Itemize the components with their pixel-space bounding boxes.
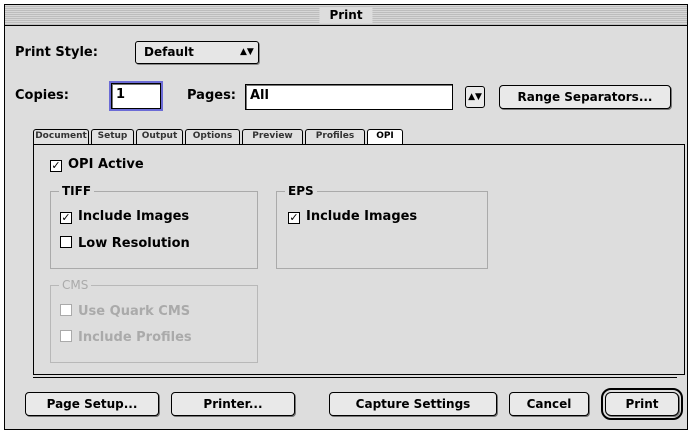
tab-output[interactable]: Output — [136, 129, 183, 144]
tiff-include-images-label: Include Images — [78, 209, 190, 224]
use-quark-cms-label: Use Quark CMS — [78, 304, 191, 319]
opi-active-checkbox[interactable]: ✓ OPI Active — [50, 157, 144, 173]
tab-profiles[interactable]: Profiles — [305, 129, 365, 144]
eps-group-title: EPS — [285, 183, 317, 199]
checkmark-icon: ✓ — [288, 211, 300, 224]
include-profiles-checkbox: Include Profiles — [60, 330, 192, 346]
eps-group: EPS ✓ Include Images — [276, 183, 488, 269]
include-profiles-label: Include Profiles — [78, 330, 192, 345]
tiff-low-resolution-label: Low Resolution — [78, 236, 190, 251]
checkbox-empty-icon — [60, 236, 72, 248]
eps-include-images-checkbox[interactable]: ✓ Include Images — [288, 209, 417, 225]
divider — [33, 377, 677, 378]
tab-document[interactable]: Document — [33, 129, 89, 144]
tiff-group-title: TIFF — [59, 183, 95, 199]
popup-arrows-icon: ▲▼ — [468, 92, 482, 102]
copies-field[interactable]: 1 — [109, 81, 163, 111]
pages-menu-button[interactable]: ▲▼ — [465, 86, 485, 108]
print-dialog: Print Print Style: Default ▲▼ Copies: 1 … — [4, 4, 688, 430]
tab-opi[interactable]: OPI — [367, 129, 403, 145]
checkmark-icon: ✓ — [50, 159, 62, 172]
window-title: Print — [319, 7, 373, 23]
print-style-value: Default — [144, 45, 194, 59]
pages-label: Pages: — [187, 88, 237, 103]
popup-arrows-icon: ▲▼ — [240, 47, 254, 57]
use-quark-cms-checkbox: Use Quark CMS — [60, 304, 190, 320]
capture-settings-button[interactable]: Capture Settings — [329, 392, 497, 416]
print-style-label: Print Style: — [15, 45, 98, 60]
print-style-popup[interactable]: Default ▲▼ — [135, 41, 259, 64]
opi-panel: ✓ OPI Active TIFF ✓ Include Images Low Res… — [33, 144, 685, 375]
checkbox-empty-icon — [60, 330, 72, 342]
eps-include-images-label: Include Images — [306, 209, 418, 224]
cms-group-title: CMS — [59, 277, 92, 293]
tab-setup[interactable]: Setup — [91, 129, 134, 144]
tab-options[interactable]: Options — [185, 129, 240, 144]
range-separators-button[interactable]: Range Separators... — [499, 85, 671, 109]
checkbox-empty-icon — [60, 304, 72, 316]
cancel-button[interactable]: Cancel — [509, 392, 589, 416]
print-button[interactable]: Print — [601, 388, 683, 420]
title-bar[interactable]: Print — [5, 5, 687, 26]
tiff-low-resolution-checkbox[interactable]: Low Resolution — [60, 236, 190, 252]
tiff-group: TIFF ✓ Include Images Low Resolution — [50, 183, 258, 269]
tab-preview[interactable]: Preview — [242, 129, 303, 144]
tiff-include-images-checkbox[interactable]: ✓ Include Images — [60, 209, 189, 225]
opi-active-label: OPI Active — [68, 157, 144, 172]
copies-label: Copies: — [15, 88, 69, 103]
checkmark-icon: ✓ — [60, 211, 72, 224]
printer-button[interactable]: Printer... — [171, 392, 295, 416]
page-setup-button[interactable]: Page Setup... — [25, 392, 159, 416]
cms-group: CMS Use Quark CMS Include Profiles — [50, 277, 258, 363]
pages-field[interactable]: All — [245, 84, 453, 110]
